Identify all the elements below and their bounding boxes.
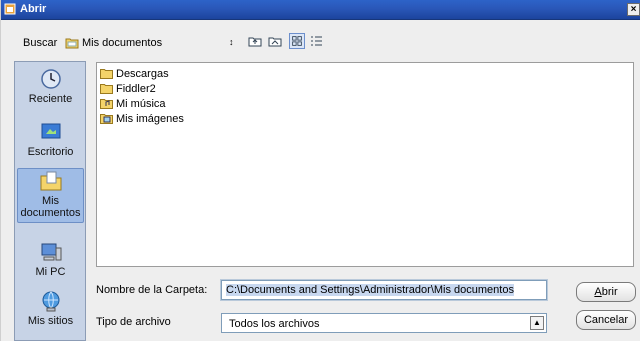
file-item-label: Descargas: [116, 68, 169, 80]
file-item-mi-musica[interactable]: Mi música: [100, 98, 166, 112]
open-mnemonic: A: [594, 286, 602, 298]
place-network-label: Mis sitios: [27, 315, 74, 327]
place-network[interactable]: Mis sitios: [17, 289, 84, 327]
look-in-label: Buscar: [23, 37, 58, 49]
documents-folder-icon: [65, 38, 79, 49]
list-view-icon[interactable]: [289, 33, 305, 49]
title-bar[interactable]: Abrir ×: [1, 0, 640, 20]
place-my-computer-label: Mi PC: [35, 266, 66, 278]
clock-icon: [40, 69, 61, 89]
look-in-combo[interactable]: Mis documentos ↕: [65, 33, 243, 53]
cancel-button[interactable]: Cancelar: [576, 310, 636, 330]
file-type-value: Todos los archivos: [229, 318, 320, 330]
file-type-select[interactable]: Todos los archivos ▲: [221, 313, 547, 333]
folder-name-label: Nombre de la Carpeta:: [96, 284, 208, 296]
file-item-label: Mis imágenes: [116, 113, 184, 125]
combo-arrow-icon: ▲: [530, 316, 544, 330]
folder-icon: [100, 84, 113, 94]
music-folder-icon: [100, 99, 113, 109]
window-title: Abrir: [20, 3, 47, 15]
desktop-icon: [41, 123, 60, 139]
file-list[interactable]: Descargas Fiddler2 Mi música Mis imágene…: [96, 62, 634, 267]
open-button[interactable]: Abrir: [576, 282, 636, 302]
place-recent-label: Reciente: [28, 93, 73, 105]
file-item-descargas[interactable]: Descargas: [100, 68, 169, 82]
place-desktop[interactable]: Escritorio: [17, 120, 84, 158]
place-desktop-label: Escritorio: [27, 146, 74, 158]
folder-name-input[interactable]: C:\Documents and Settings\Administrador\…: [220, 279, 548, 301]
combo-arrow-icon: ↕: [229, 37, 234, 47]
place-my-documents-label: Mis documentos: [20, 195, 81, 219]
pictures-folder-icon: [100, 114, 113, 124]
file-item-label: Mi música: [116, 98, 166, 110]
folder-name-value: C:\Documents and Settings\Administrador\…: [226, 284, 514, 296]
home-folder-icon[interactable]: [267, 33, 283, 49]
place-recent[interactable]: Reciente: [17, 67, 84, 105]
file-item-fiddler2[interactable]: Fiddler2: [100, 83, 156, 97]
file-item-mis-imagenes[interactable]: Mis imágenes: [100, 113, 184, 127]
documents-folder-icon: [40, 171, 61, 191]
details-view-icon[interactable]: [308, 33, 324, 49]
java-cup-icon: [4, 3, 16, 15]
file-item-label: Fiddler2: [116, 83, 156, 95]
open-label-rest: brir: [601, 286, 618, 298]
look-in-value: Mis documentos: [82, 37, 163, 49]
folder-icon: [100, 69, 113, 79]
network-icon: [42, 291, 59, 312]
close-button[interactable]: ×: [627, 3, 640, 16]
place-my-computer[interactable]: Mi PC: [17, 240, 84, 278]
places-bar: Reciente Escritorio Mis documentos Mi PC: [14, 61, 86, 341]
file-type-label: Tipo de archivo: [96, 316, 171, 328]
place-my-documents[interactable]: Mis documentos: [17, 168, 84, 223]
computer-icon: [41, 243, 61, 261]
toolbar: Buscar Mis documentos ↕: [1, 28, 640, 56]
open-dialog: Abrir × Buscar Mis documentos ↕ Reciente…: [0, 0, 640, 341]
up-folder-icon[interactable]: [247, 33, 263, 49]
